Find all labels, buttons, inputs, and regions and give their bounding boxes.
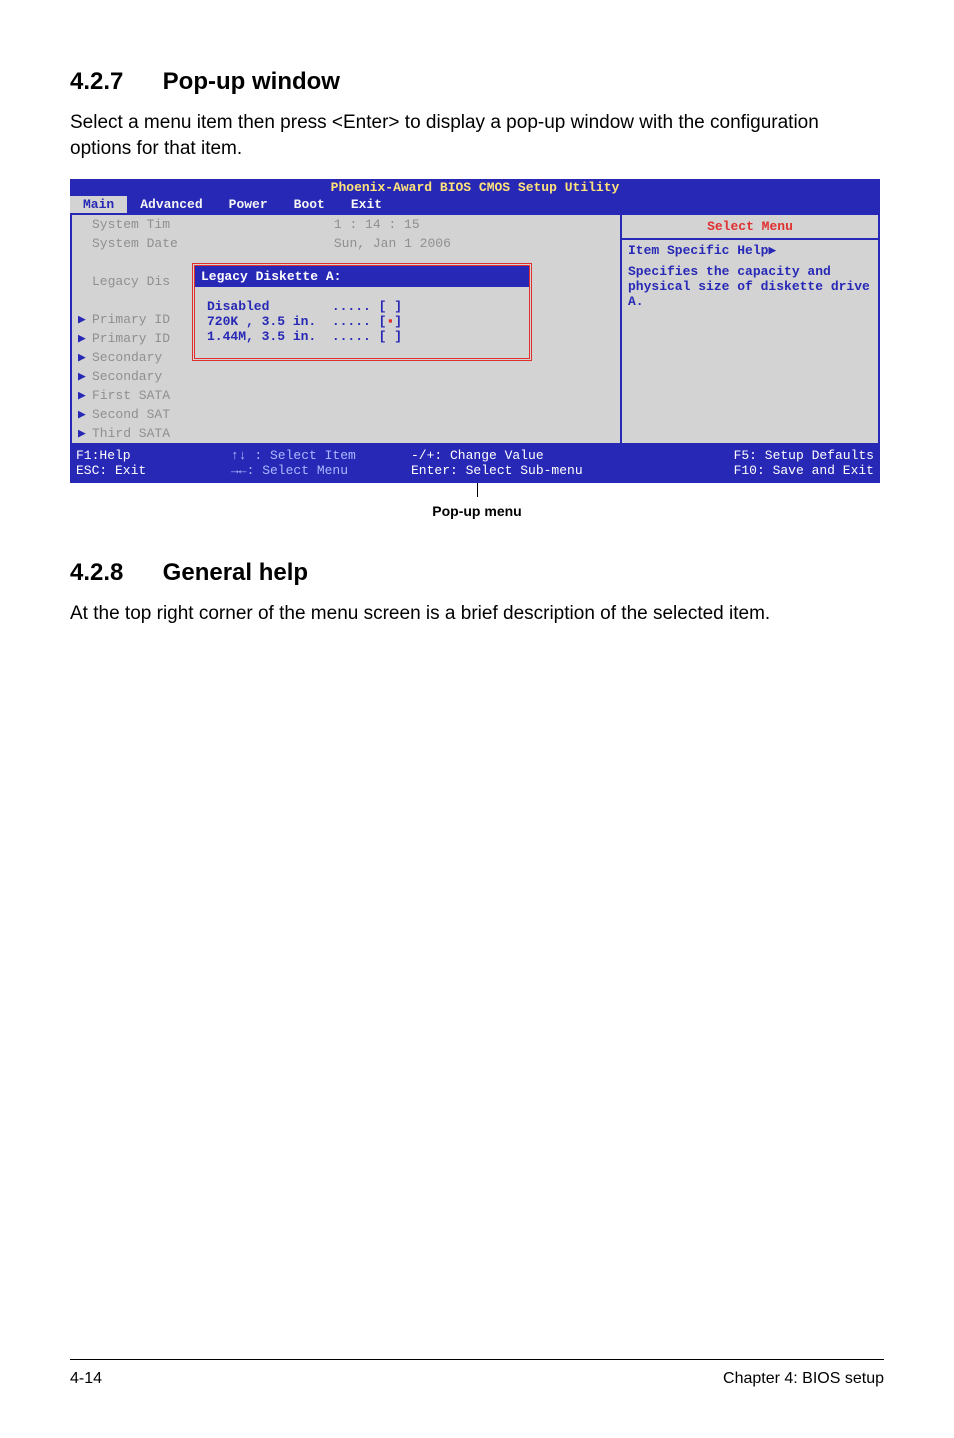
section2-body: At the top right corner of the menu scre… (70, 601, 884, 627)
popup-option-disabled[interactable]: Disabled ..... [ ] (207, 299, 402, 314)
bios-screenshot: Phoenix-Award BIOS CMOS Setup Utility Ma… (70, 179, 880, 483)
tab-exit[interactable]: Exit (338, 196, 395, 213)
bios-body: System Tim 1 : 14 : 15 System Date Sun, … (70, 215, 880, 445)
row-second-sata[interactable]: ▶Second SAT (72, 405, 620, 424)
bios-left-pane: System Tim 1 : 14 : 15 System Date Sun, … (70, 215, 622, 445)
footer-col2: ↑↓ : Select Item →←: Select Menu (231, 448, 411, 478)
heading-general-help: 4.2.8 General help (70, 559, 884, 587)
popup-window: Legacy Diskette A: Disabled ..... [ ] 72… (192, 263, 532, 361)
chapter-label: Chapter 4: BIOS setup (723, 1370, 884, 1388)
bios-title: Phoenix-Award BIOS CMOS Setup Utility (70, 179, 880, 196)
popup-caption: Pop-up menu (70, 503, 884, 519)
page-number: 4-14 (70, 1370, 102, 1388)
popup-option-720k[interactable]: 720K , 3.5 in. ..... [▪] (207, 314, 402, 329)
row-third-sata[interactable]: ▶Third SATA (72, 424, 620, 443)
bios-menu-bar: MainAdvancedPowerBootExit (70, 196, 880, 215)
help-description: Specifies the capacity and physical size… (628, 264, 872, 309)
page-footer: 4-14 Chapter 4: BIOS setup (70, 1359, 884, 1388)
section-title-2: General help (163, 559, 308, 586)
section1-body: Select a menu item then press <Enter> to… (70, 110, 884, 161)
help-title: Item Specific Help (628, 243, 768, 258)
footer-col4: F5: Setup Defaults F10: Save and Exit (611, 448, 874, 478)
popup-option-144m[interactable]: 1.44M, 3.5 in. ..... [ ] (207, 329, 402, 344)
popup-body: Disabled ..... [ ] 720K , 3.5 in. ..... … (195, 287, 529, 358)
row-system-time: System Tim 1 : 14 : 15 (72, 215, 620, 234)
select-menu-box: Select Menu (622, 215, 880, 240)
tab-boot[interactable]: Boot (281, 196, 338, 213)
section-number-2: 4.2.8 (70, 559, 156, 587)
section-title: Pop-up window (163, 68, 340, 95)
heading-popup-window: 4.2.7 Pop-up window (70, 68, 884, 96)
tab-power[interactable]: Power (216, 196, 281, 213)
help-box: Item Specific Help▶ Specifies the capaci… (622, 240, 880, 445)
footer-col3: -/+: Change Value Enter: Select Sub-menu (411, 448, 611, 478)
footer-col1: F1:Help ESC: Exit (76, 448, 231, 478)
bios-footer: F1:Help ESC: Exit ↑↓ : Select Item →←: S… (70, 445, 880, 481)
tab-main[interactable]: Main (70, 196, 127, 213)
row-secondary2[interactable]: ▶Secondary (72, 367, 620, 386)
caption-arrow-icon (477, 483, 478, 497)
row-first-sata[interactable]: ▶First SATA (72, 386, 620, 405)
row-system-date: System Date Sun, Jan 1 2006 (72, 234, 620, 253)
section-number: 4.2.7 (70, 68, 156, 96)
popup-header: Legacy Diskette A: (195, 266, 529, 287)
tab-advanced[interactable]: Advanced (127, 196, 215, 213)
bios-right-pane: Select Menu Item Specific Help▶ Specifie… (622, 215, 880, 445)
chevron-right-icon: ▶ (768, 243, 776, 258)
